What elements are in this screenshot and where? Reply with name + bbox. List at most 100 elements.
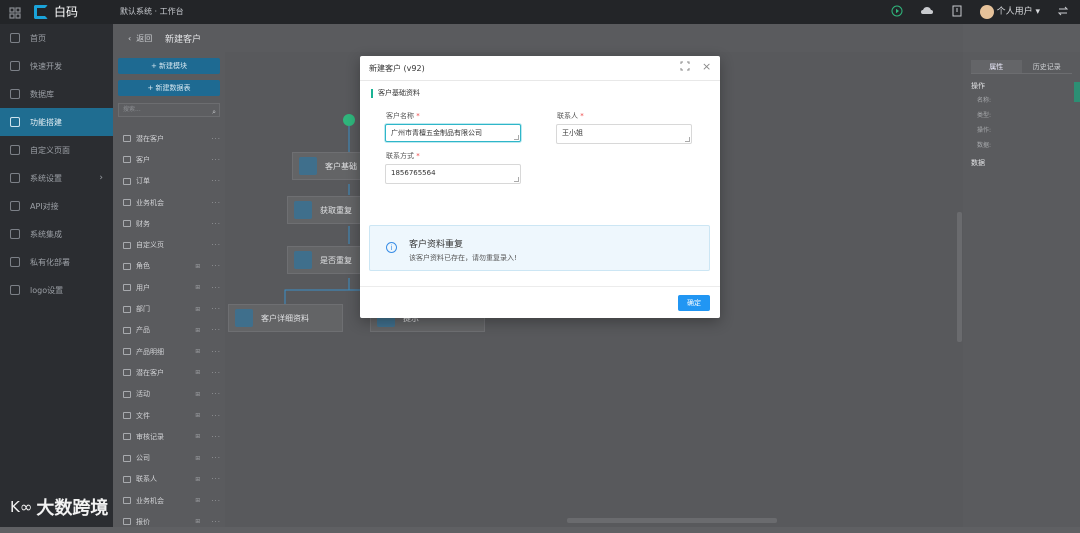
cloud-icon[interactable] — [920, 4, 934, 18]
sidebar-item-build[interactable]: 功能搭建 — [0, 108, 113, 136]
system-breadcrumb[interactable]: 默认系统 · 工作台 — [120, 6, 184, 17]
tree-item[interactable]: 部门 ⊞ ··· — [123, 298, 221, 319]
customer-name-field[interactable]: 广州市青檀五金制品有限公司 — [385, 124, 521, 142]
tree-item-label: 报价 — [136, 517, 150, 526]
sidebar-item-integration[interactable]: 系统集成 — [0, 220, 113, 248]
folder-icon — [123, 177, 131, 185]
module-search-input[interactable]: 搜索... ⌕ — [118, 103, 220, 117]
more-icon[interactable]: ··· — [211, 454, 221, 462]
tree-item[interactable]: 潜在客户 ⊞ ··· — [123, 362, 221, 383]
tree-item[interactable]: 活动 ⊞ ··· — [123, 384, 221, 405]
sidebar-item-settings[interactable]: 系统设置 › — [0, 164, 113, 192]
tree-item[interactable]: 产品 ⊞ ··· — [123, 320, 221, 341]
user-menu[interactable]: 个人用户 ▾ — [979, 4, 1040, 19]
flow-node-customer-detail[interactable]: 客户详细资料 — [228, 304, 343, 332]
more-icon[interactable]: ··· — [211, 262, 221, 270]
form-node-icon — [235, 309, 253, 327]
grid-icon[interactable]: ⊞ — [195, 369, 200, 376]
new-module-button[interactable]: + 新建模块 — [118, 58, 220, 74]
new-datasheet-button[interactable]: + 新建数据表 — [118, 80, 220, 96]
tree-item[interactable]: 业务机会 ··· — [123, 192, 221, 213]
more-icon[interactable]: ··· — [211, 199, 221, 207]
tree-item[interactable]: 公司 ⊞ ··· — [123, 447, 221, 468]
more-icon[interactable]: ··· — [211, 305, 221, 313]
more-icon[interactable]: ··· — [211, 326, 221, 334]
tree-item[interactable]: 文件 ⊞ ··· — [123, 405, 221, 426]
grid-icon[interactable]: ⊞ — [195, 433, 200, 440]
back-link[interactable]: ‹ 返回 — [128, 33, 152, 44]
sidebar-item-home[interactable]: 首页 — [0, 24, 113, 52]
sidebar-item-custom-page[interactable]: 自定义页面 — [0, 136, 113, 164]
tab-history[interactable]: 历史记录 — [1021, 60, 1072, 74]
tree-item[interactable]: 产品明细 ⊞ ··· — [123, 341, 221, 362]
document-icon[interactable] — [950, 4, 964, 18]
side-drawer-tab[interactable] — [1074, 82, 1080, 102]
sidebar-item-api[interactable]: API对接 — [0, 192, 113, 220]
resize-grip-icon[interactable] — [685, 137, 690, 142]
resize-grip-icon[interactable] — [514, 177, 519, 182]
grid-icon[interactable]: ⊞ — [195, 391, 200, 398]
tree-item[interactable]: 联系人 ⊞ ··· — [123, 469, 221, 490]
sidebar-item-private-deploy[interactable]: 私有化部署 — [0, 248, 113, 276]
more-icon[interactable]: ··· — [211, 390, 221, 398]
phone-label: 联系方式 * — [386, 151, 420, 161]
horizontal-scrollbar[interactable] — [567, 518, 777, 523]
expand-icon[interactable] — [680, 61, 690, 74]
logo-mark-icon — [34, 4, 48, 19]
more-icon[interactable]: ··· — [211, 348, 221, 356]
grid-icon[interactable]: ⊞ — [195, 412, 200, 419]
more-icon[interactable]: ··· — [211, 241, 221, 249]
tree-item[interactable]: 报价 ⊞ ··· — [123, 511, 221, 532]
grid-menu-icon[interactable] — [8, 5, 22, 19]
sidebar-item-database[interactable]: 数据库 — [0, 80, 113, 108]
more-icon[interactable]: ··· — [211, 177, 221, 185]
more-icon[interactable]: ··· — [211, 284, 221, 292]
tree-item[interactable]: 订单 ··· — [123, 171, 221, 192]
tree-item[interactable]: 角色 ⊞ ··· — [123, 256, 221, 277]
server-icon — [10, 257, 20, 267]
grid-icon[interactable]: ⊞ — [195, 455, 200, 462]
more-icon[interactable]: ··· — [211, 220, 221, 228]
sidebar-item-logo-settings[interactable]: logo设置 — [0, 276, 113, 304]
tree-item[interactable]: 客户 ··· — [123, 149, 221, 170]
alert-title: 客户资料重复 — [409, 240, 464, 250]
tab-properties[interactable]: 属性 — [971, 60, 1022, 74]
switch-icon[interactable] — [1056, 4, 1070, 18]
tree-item[interactable]: 用户 ⊞ ··· — [123, 277, 221, 298]
tree-item[interactable]: 自定义页 ··· — [123, 234, 221, 255]
more-icon[interactable]: ··· — [211, 497, 221, 505]
grid-icon[interactable]: ⊞ — [195, 497, 200, 504]
watermark-text: 大数跨境 — [36, 498, 109, 519]
close-icon[interactable]: × — [702, 60, 711, 73]
table-icon — [123, 284, 131, 292]
vertical-scrollbar[interactable] — [957, 212, 962, 342]
tree-item[interactable]: 潜在客户 ··· — [123, 128, 221, 149]
label-text: 客户名称 — [386, 112, 414, 120]
more-icon[interactable]: ··· — [211, 369, 221, 377]
module-panel: + 新建模块 + 新建数据表 搜索... ⌕ 潜在客户 ··· 客户 ··· 订单 ···… — [113, 52, 225, 527]
confirm-button[interactable]: 确定 — [678, 295, 710, 311]
resize-grip-icon[interactable] — [514, 135, 519, 140]
more-icon[interactable]: ··· — [211, 412, 221, 420]
phone-field[interactable]: 1856765564 — [385, 164, 521, 184]
more-icon[interactable]: ··· — [211, 475, 221, 483]
grid-icon[interactable]: ⊞ — [195, 306, 200, 313]
grid-icon[interactable]: ⊞ — [195, 476, 200, 483]
contact-field[interactable]: 王小姐 — [556, 124, 692, 144]
grid-icon[interactable]: ⊞ — [195, 348, 200, 355]
sidebar-item-quick-dev[interactable]: 快速开发 — [0, 52, 113, 80]
more-icon[interactable]: ··· — [211, 135, 221, 143]
grid-icon[interactable]: ⊞ — [195, 263, 200, 270]
more-icon[interactable]: ··· — [211, 433, 221, 441]
play-icon[interactable] — [890, 4, 904, 18]
app-logo[interactable]: 白码 — [34, 3, 78, 20]
required-mark: * — [416, 152, 420, 160]
grid-icon[interactable]: ⊞ — [195, 327, 200, 334]
tree-item[interactable]: 审核记录 ⊞ ··· — [123, 426, 221, 447]
more-icon[interactable]: ··· — [211, 518, 221, 526]
tree-item[interactable]: 业务机会 ⊞ ··· — [123, 490, 221, 511]
tree-item[interactable]: 财务 ··· — [123, 213, 221, 234]
more-icon[interactable]: ··· — [211, 156, 221, 164]
grid-icon[interactable]: ⊞ — [195, 518, 200, 525]
grid-icon[interactable]: ⊞ — [195, 284, 200, 291]
